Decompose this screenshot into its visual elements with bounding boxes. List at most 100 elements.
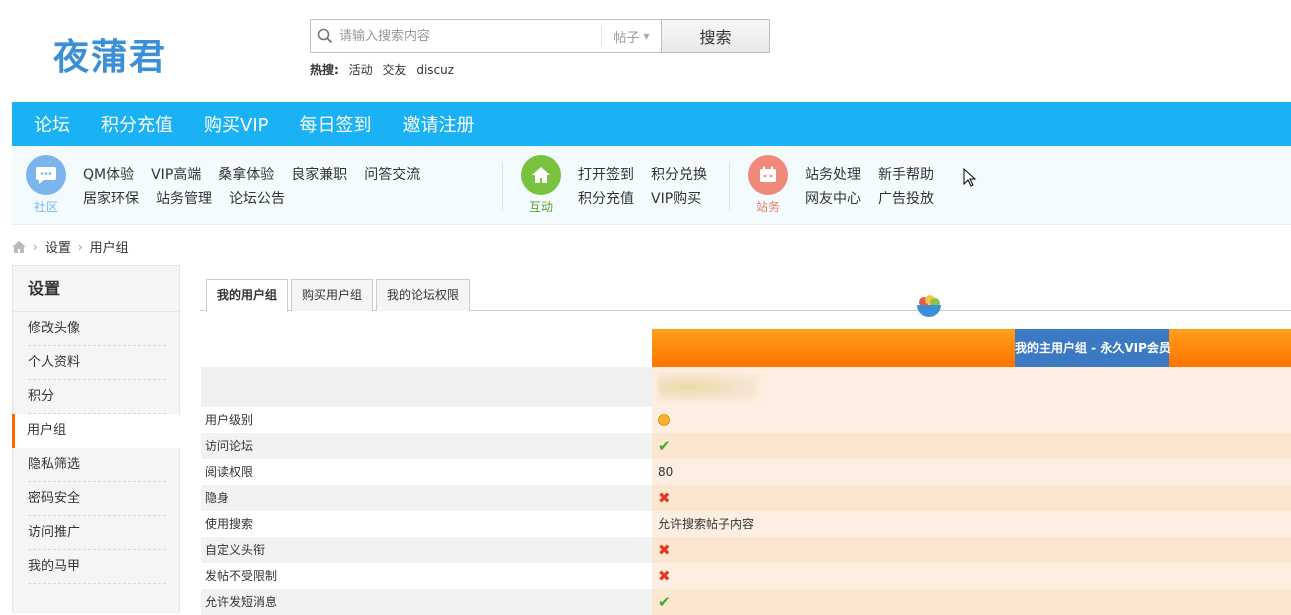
row-key: 用户级别 [205,413,254,427]
nav-item-checkin[interactable]: 每日签到 [299,111,371,137]
subnav-group-label: 站务 [755,200,780,214]
table-row: 允许发短消息 ✔ [201,589,1291,615]
breadcrumb-item[interactable]: 设置 [45,237,71,256]
row-value: ✖ [652,485,1291,511]
subnav-link[interactable]: VIP高端 [151,167,201,183]
table-row: 发帖不受限制 ✖ [201,563,1291,589]
table-row: 自定义头衔 ✖ [201,537,1291,563]
tab-buy-usergroup[interactable]: 购买用户组 [291,279,374,311]
smile-icon [658,414,670,426]
chat-bubble-icon [26,155,66,195]
usergroup-tabs: 我的用户组 购买用户组 我的论坛权限 [200,279,1291,312]
row-key: 自定义头衔 [201,537,652,563]
nav-item-buy-vip[interactable]: 购买VIP [204,111,268,137]
subnav-divider [502,162,503,210]
tab-my-usergroup[interactable]: 我的用户组 [206,279,289,312]
subnav-link[interactable]: QM体验 [83,167,134,183]
sidebar-item-alias[interactable]: 我的马甲 [13,550,179,584]
sidebar-item-promotion[interactable]: 访问推广 [13,516,179,550]
subnav-group-label: 互动 [528,200,553,214]
breadcrumb: › 设置 › 用户组 [12,237,129,256]
main-group-label: 我的主用户组 - 永久VIP会员 [1015,329,1171,367]
subnav-link[interactable]: 站务处理 [805,167,861,183]
hot-search-link[interactable]: 交友 [382,63,406,77]
search-bar: 帖子 ▼ 搜索 [310,19,770,53]
subnav-link[interactable]: 站务管理 [156,191,212,207]
search-icon [311,20,339,52]
subnav-link[interactable]: 新手帮助 [878,167,934,183]
row-key: 允许发短消息 [201,589,652,615]
row-key: 使用搜索 [205,517,254,531]
chevron-right-icon: › [77,239,83,254]
sidebar-item-usergroup[interactable]: 用户组 [12,414,180,448]
sidebar-item-privacy[interactable]: 隐私筛选 [13,448,179,482]
calendar-icon [748,155,788,195]
table-row: 隐身 ✖ [201,485,1291,511]
cross-icon: ✖ [658,541,671,559]
subnav-group-label: 社区 [33,200,58,214]
table-row: 用户级别 [201,407,1291,433]
subnav-divider [729,162,730,210]
check-icon: ✔ [658,437,671,455]
caret-down-icon: ▼ [643,31,650,41]
row-value: ✖ [652,537,1291,563]
breadcrumb-item: 用户组 [89,241,129,256]
home-icon[interactable] [12,240,26,253]
nav-item-forum[interactable]: 论坛 [34,111,70,137]
row-value: ✔ [652,433,1291,459]
subnav-link[interactable]: 居家环保 [83,191,139,207]
subnav-link[interactable]: 论坛公告 [229,191,285,207]
subnav-link[interactable]: 积分兑换 [651,167,707,183]
site-logo[interactable]: 夜蒲君 [53,28,167,80]
group-info-row [201,367,652,407]
subnav-links: QM体验 VIP高端 桑拿体验 良家兼职 问答交流 居家环保 站务管理 论坛公告 [83,163,503,211]
hot-search-link[interactable]: discuz [416,63,454,77]
hot-search-label: 热搜: [310,63,339,77]
search-button[interactable]: 搜索 [661,20,769,52]
subnav-link[interactable]: 网友中心 [805,191,861,207]
table-row: 阅读权限 80 [201,459,1291,485]
hot-search-link[interactable]: 活动 [349,63,373,77]
check-icon: ✔ [658,593,671,611]
chevron-right-icon: › [33,239,38,254]
settings-sidebar: 设置 修改头像 个人资料 积分 用户组 隐私筛选 密码安全 访问推广 我的马甲 [12,265,180,613]
group-header-bar [652,329,1291,367]
row-key: 发帖不受限制 [205,569,278,583]
permission-table: 用户级别 访问论坛 ✔ 阅读权限 80 隐身 ✖ 使用搜索 允许搜索帖子内容 自… [201,407,1291,615]
row-value [652,407,1291,433]
subnav-link[interactable]: 桑拿体验 [218,167,274,183]
table-row: 使用搜索 允许搜索帖子内容 [201,511,1291,537]
table-row: 访问论坛 ✔ [201,433,1291,459]
row-key: 隐身 [201,485,652,511]
fruit-bowl-icon [917,295,941,317]
sub-nav: 社区 QM体验 VIP高端 桑拿体验 良家兼职 问答交流 居家环保 站务管理 论坛公告 互动… [12,146,1291,225]
sidebar-item-credits[interactable]: 积分 [13,380,179,414]
row-key: 访问论坛 [201,433,652,459]
subnav-link[interactable]: 广告投放 [878,191,934,207]
row-value: 80 [652,459,1291,485]
search-type-label: 帖子 [613,30,640,46]
nav-item-invite[interactable]: 邀请注册 [402,111,474,137]
row-value: ✖ [652,563,1291,589]
home-icon [521,155,561,195]
subnav-link[interactable]: VIP购买 [651,191,701,207]
sidebar-item-profile[interactable]: 个人资料 [13,346,179,380]
search-type-select[interactable]: 帖子 ▼ [601,26,661,46]
main-nav: 论坛 积分充值 购买VIP 每日签到 邀请注册 [12,102,1291,146]
sidebar-item-password[interactable]: 密码安全 [13,482,179,516]
cross-icon: ✖ [658,567,671,585]
tab-forum-permissions[interactable]: 我的论坛权限 [376,279,471,311]
sidebar-title: 设置 [13,266,179,312]
subnav-link[interactable]: 打开签到 [578,167,634,183]
subnav-link[interactable]: 问答交流 [364,167,420,183]
search-input[interactable] [339,20,601,52]
group-badge [658,373,758,401]
row-key: 阅读权限 [205,465,254,479]
row-value: 允许搜索帖子内容 [652,511,1291,537]
subnav-link[interactable]: 良家兼职 [291,167,347,183]
subnav-link[interactable]: 积分充值 [578,191,634,207]
nav-item-recharge[interactable]: 积分充值 [101,111,173,137]
mouse-cursor-icon [963,168,977,187]
hot-search: 热搜: 活动 交友 discuz [310,61,454,78]
sidebar-item-avatar[interactable]: 修改头像 [13,312,179,346]
